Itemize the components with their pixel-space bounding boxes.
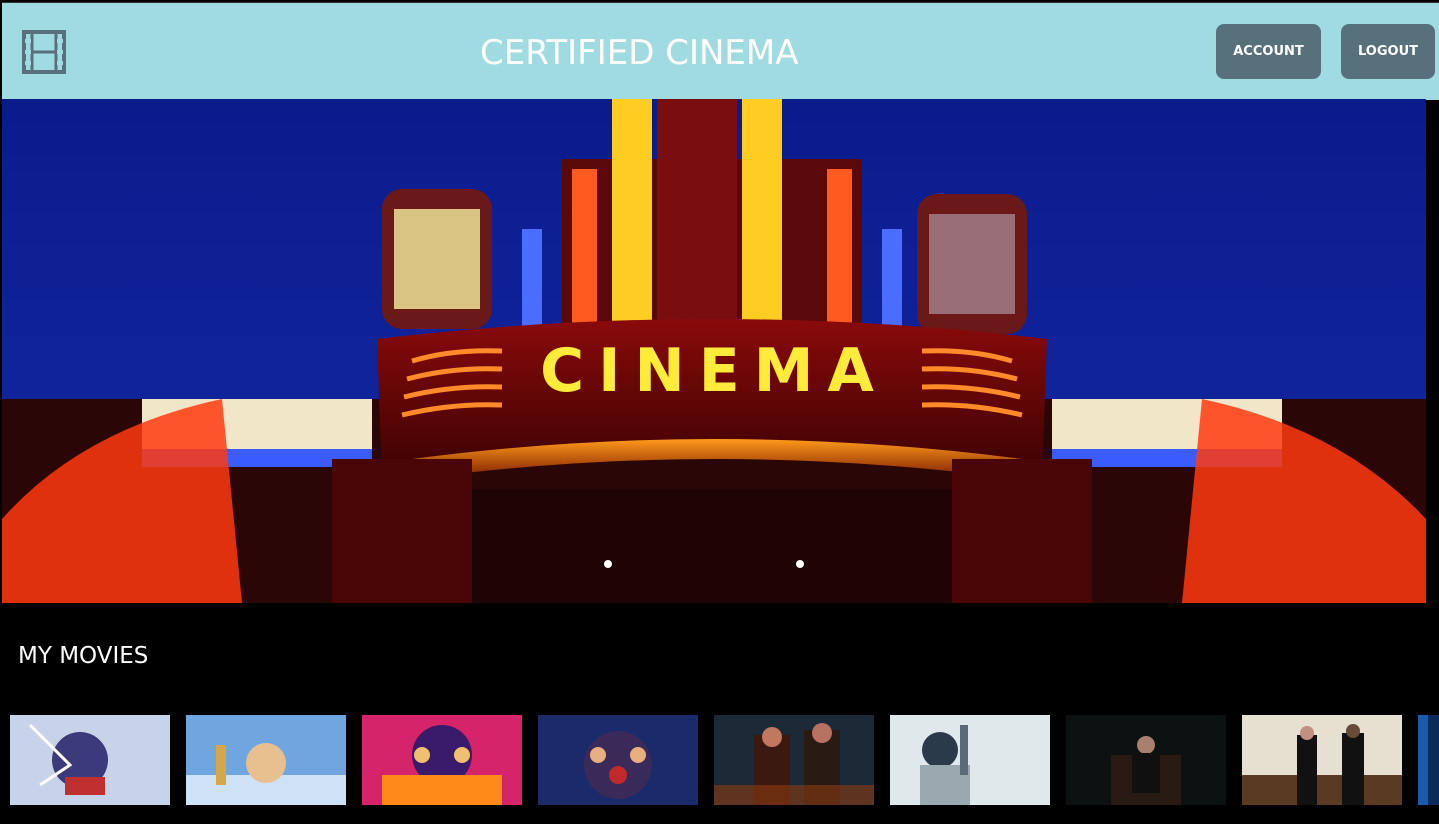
film-icon[interactable] — [22, 30, 66, 74]
movie-poster[interactable] — [538, 715, 698, 805]
hero-banner-image: CINEMA — [2, 99, 1426, 603]
movie-poster[interactable] — [890, 715, 1050, 805]
cinema-sign-text: CINEMA — [540, 336, 888, 406]
my-movies-carousel — [10, 715, 1439, 805]
logout-button[interactable]: LOGOUT — [1341, 24, 1435, 79]
my-movies-heading: MY MOVIES — [18, 643, 149, 669]
movie-poster[interactable] — [1066, 715, 1226, 805]
movie-poster[interactable] — [714, 715, 874, 805]
top-navbar: CERTIFIED CINEMA ACCOUNT LOGOUT — [2, 2, 1439, 100]
movie-poster[interactable] — [10, 715, 170, 805]
site-title: CERTIFIED CINEMA — [480, 33, 799, 73]
movie-poster[interactable] — [186, 715, 346, 805]
movie-poster[interactable] — [1418, 715, 1439, 805]
account-button[interactable]: ACCOUNT — [1216, 24, 1321, 79]
movie-poster[interactable] — [362, 715, 522, 805]
movie-poster[interactable] — [1242, 715, 1402, 805]
